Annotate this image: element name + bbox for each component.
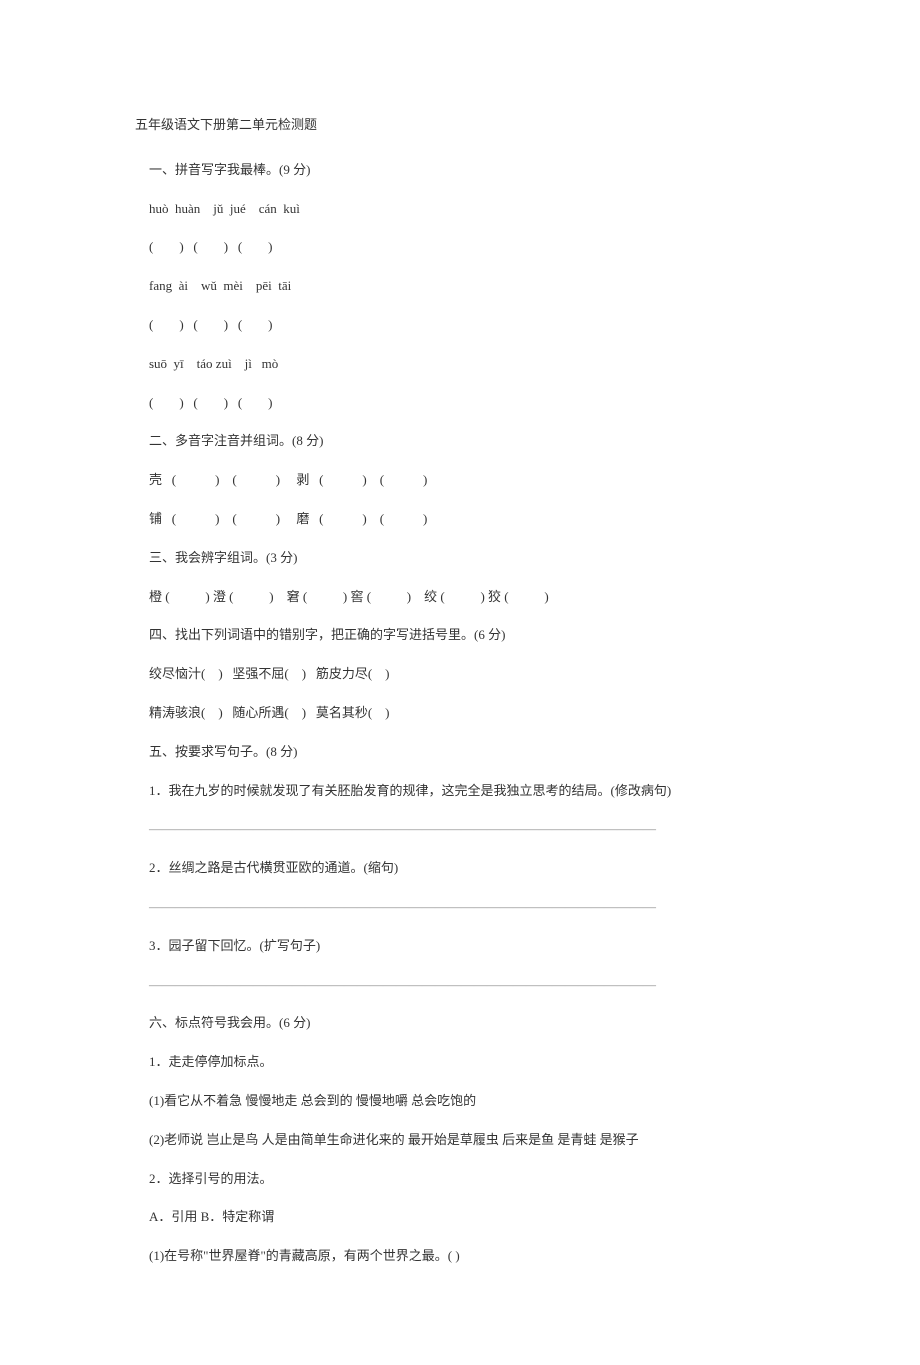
sentence-q3: 3．园子留下回忆。(扩写句子): [135, 936, 790, 957]
polyphone-row: 壳 ( ) ( ) 剥 ( ) ( ): [135, 470, 790, 491]
punct-q1a: (1)看它从不着急 慢慢地走 总会到的 慢慢地嚼 总会吃饱的: [135, 1091, 790, 1112]
answer-line: ———————————————————————————————————————: [135, 819, 790, 840]
pinyin-row: fang ài wǔ mèi pēi tāi: [135, 276, 790, 297]
wrongchar-row: 精涛骇浪( ) 随心所遇( ) 莫名其秒( ): [135, 703, 790, 724]
section-3-heading: 三、我会辨字组词。(3 分): [135, 548, 790, 569]
section-6-heading: 六、标点符号我会用。(6 分): [135, 1013, 790, 1034]
section-2-heading: 二、多音字注音并组词。(8 分): [135, 431, 790, 452]
punct-q1b: (2)老师说 岂止是鸟 人是由简单生命进化来的 最开始是草履虫 后来是鱼 是青蛙…: [135, 1130, 790, 1151]
answer-line: ———————————————————————————————————————: [135, 897, 790, 918]
blank-row: ( ) ( ) ( ): [135, 393, 790, 414]
sentence-q1: 1．我在九岁的时候就发现了有关胚胎发育的规律，这完全是我独立思考的结局。(修改病…: [135, 781, 790, 802]
page: 五年级语文下册第二单元检测题 一、拼音写字我最棒。(9 分) huò huàn …: [0, 0, 920, 1365]
pinyin-row: suō yī táo zuì jì mò: [135, 354, 790, 375]
blank-row: ( ) ( ) ( ): [135, 315, 790, 336]
sentence-q2: 2．丝绸之路是古代横贯亚欧的通道。(缩句): [135, 858, 790, 879]
section-5-heading: 五、按要求写句子。(8 分): [135, 742, 790, 763]
doc-title: 五年级语文下册第二单元检测题: [135, 115, 790, 136]
wrongchar-row: 绞尽恼汁( ) 坚强不屈( ) 筋皮力尽( ): [135, 664, 790, 685]
section-4-heading: 四、找出下列词语中的错别字，把正确的字写进括号里。(6 分): [135, 625, 790, 646]
blank-row: ( ) ( ) ( ): [135, 237, 790, 258]
distinguish-row: 橙 ( ) 澄 ( ) 窘 ( ) 窖 ( ) 绞 ( ) 狡 ( ): [135, 587, 790, 608]
pinyin-row: huò huàn jǔ jué cán kuì: [135, 199, 790, 220]
punct-q1: 1．走走停停加标点。: [135, 1052, 790, 1073]
polyphone-row: 铺 ( ) ( ) 磨 ( ) ( ): [135, 509, 790, 530]
punct-q2: 2．选择引号的用法。: [135, 1169, 790, 1190]
punct-q2-opts: A．引用 B．特定称谓: [135, 1207, 790, 1228]
punct-q2a: (1)在号称"世界屋脊"的青藏高原，有两个世界之最。( ): [135, 1246, 790, 1267]
answer-line: ———————————————————————————————————————: [135, 975, 790, 996]
section-1-heading: 一、拼音写字我最棒。(9 分): [135, 160, 790, 181]
